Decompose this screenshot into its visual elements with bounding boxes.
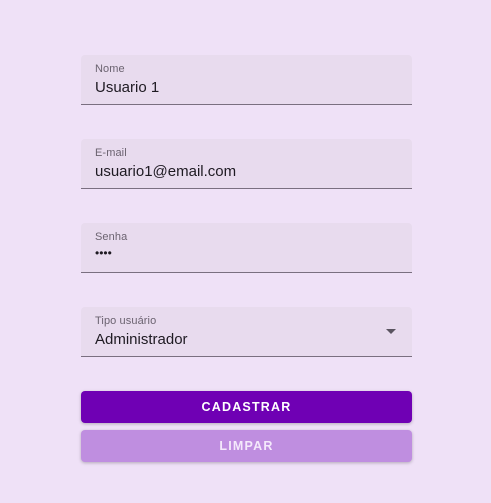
name-input[interactable]: Usuario 1 — [95, 79, 159, 96]
user-type-select[interactable]: Tipo usuário Administrador — [81, 307, 412, 357]
password-field[interactable]: Senha •••• — [81, 223, 412, 273]
password-label: Senha — [95, 231, 128, 243]
submit-button[interactable]: CADASTRAR — [81, 391, 412, 423]
registration-form: Nome Usuario 1 E-mail usuario1@email.com… — [81, 55, 412, 462]
email-label: E-mail — [95, 147, 127, 159]
clear-button[interactable]: LIMPAR — [81, 430, 412, 462]
chevron-down-icon[interactable] — [386, 329, 396, 334]
email-input[interactable]: usuario1@email.com — [95, 163, 236, 180]
user-type-label: Tipo usuário — [95, 315, 157, 327]
name-label: Nome — [95, 63, 125, 75]
email-field[interactable]: E-mail usuario1@email.com — [81, 139, 412, 189]
password-input[interactable]: •••• — [95, 246, 112, 260]
name-field[interactable]: Nome Usuario 1 — [81, 55, 412, 105]
user-type-value[interactable]: Administrador — [95, 331, 188, 348]
